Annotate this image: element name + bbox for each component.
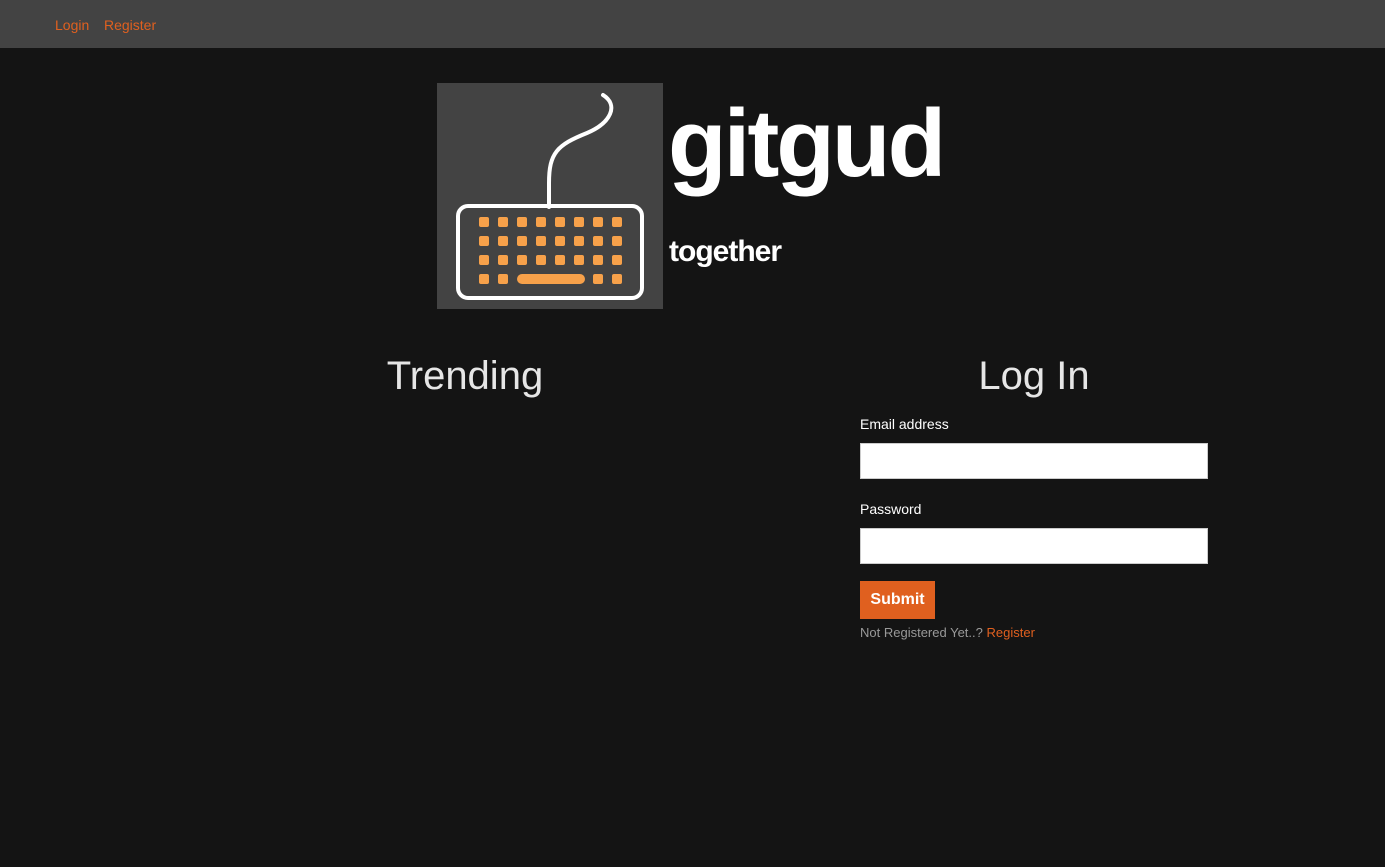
keyboard-key (593, 217, 603, 227)
nav-register-link[interactable]: Register (104, 17, 156, 33)
keyboard-key (498, 274, 508, 284)
keyboard-key (574, 236, 584, 246)
keyboard-key (574, 217, 584, 227)
keyboard-key (574, 255, 584, 265)
keyboard-key (593, 236, 603, 246)
keyboard-key (536, 236, 546, 246)
keyboard-key (498, 236, 508, 246)
register-prompt: Not Registered Yet..? Register (860, 625, 1035, 640)
keyboard-key (536, 255, 546, 265)
keyboard-key (612, 236, 622, 246)
keyboard-key (517, 255, 527, 265)
keyboard-icon (456, 93, 644, 300)
brand-logo (437, 83, 663, 309)
keyboard-key (555, 255, 565, 265)
register-link[interactable]: Register (986, 625, 1034, 640)
brand-tagline: together (669, 235, 782, 268)
keyboard-spacebar (517, 274, 585, 284)
email-label: Email address (860, 416, 949, 432)
keyboard-key (593, 255, 603, 265)
keyboard-key (498, 255, 508, 265)
keyboard-key (479, 274, 489, 284)
keyboard-key (517, 236, 527, 246)
keyboard-key (479, 255, 489, 265)
login-title: Log In (978, 354, 1090, 398)
keyboard-key (498, 217, 508, 227)
keyboard-key (479, 217, 489, 227)
keyboard-key (612, 217, 622, 227)
top-navbar: Login Register (0, 0, 1385, 48)
email-field[interactable] (860, 443, 1208, 479)
keyboard-key (517, 217, 527, 227)
nav-login-link[interactable]: Login (55, 17, 89, 33)
keyboard-key (612, 274, 622, 284)
keyboard-key (479, 236, 489, 246)
password-field[interactable] (860, 528, 1208, 564)
submit-button[interactable]: Submit (860, 581, 935, 619)
not-registered-text: Not Registered Yet..? (860, 625, 983, 640)
keyboard-key (555, 217, 565, 227)
password-label: Password (860, 501, 922, 517)
keyboard-key (536, 217, 546, 227)
keyboard-key (555, 236, 565, 246)
trending-title: Trending (386, 354, 544, 398)
brand-name: gitgud (668, 90, 946, 197)
keyboard-key (593, 274, 603, 284)
keyboard-key (612, 255, 622, 265)
